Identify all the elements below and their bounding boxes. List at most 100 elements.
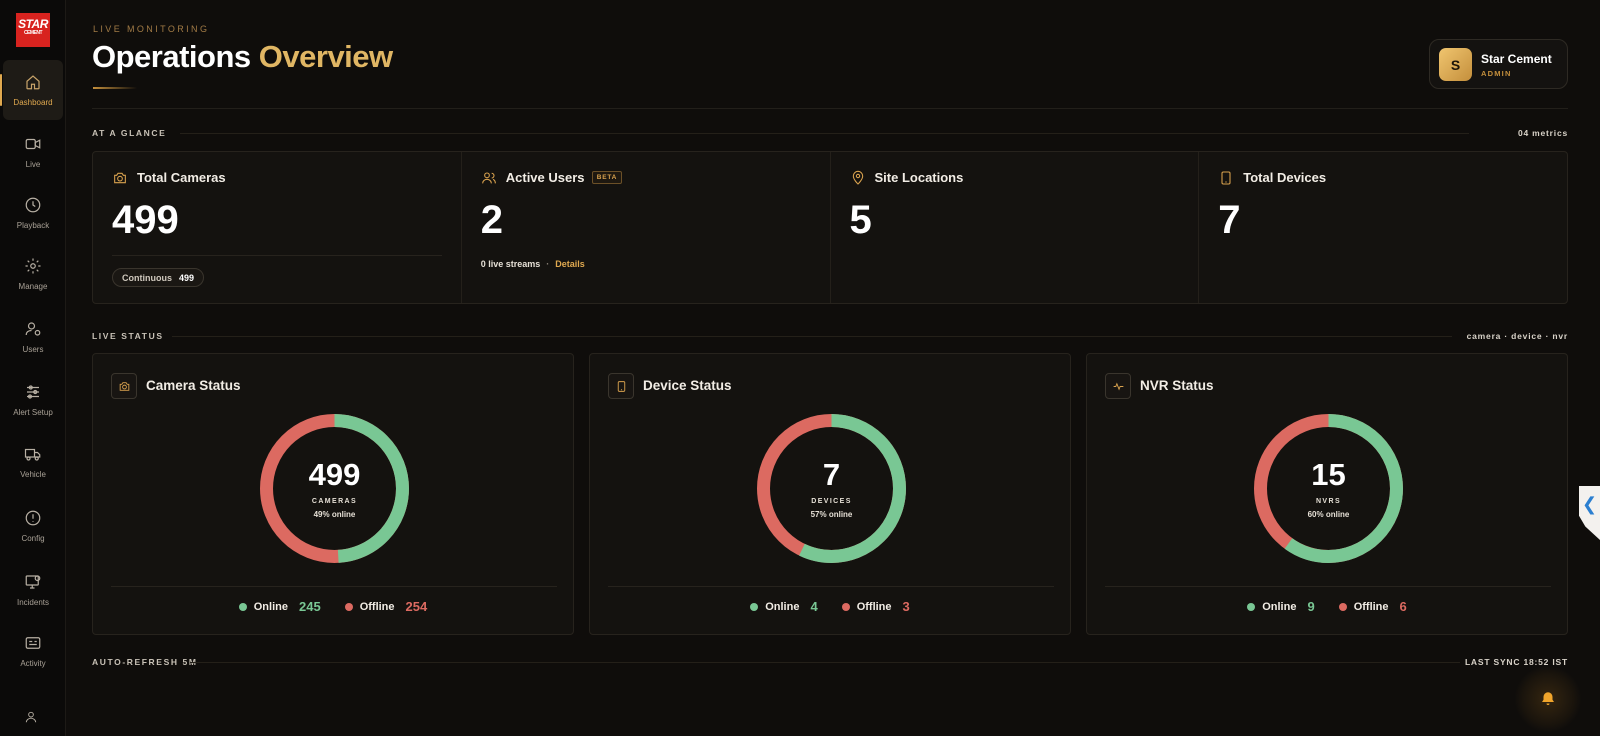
metric-site-locations[interactable]: Site Locations 5 bbox=[831, 152, 1200, 303]
logo-text: STAR bbox=[18, 17, 48, 31]
sidebar-item-label: Dashboard bbox=[13, 98, 53, 107]
offline-count: 3 bbox=[902, 599, 910, 614]
truck-icon bbox=[24, 448, 41, 461]
metric-value: 7 bbox=[1218, 198, 1241, 242]
legend-offline: Offline 3 bbox=[841, 599, 910, 614]
live-streams-count: 0 live streams bbox=[480, 259, 541, 269]
metric-value: 499 bbox=[112, 198, 179, 242]
online-count: 245 bbox=[298, 599, 321, 614]
status-legend: Online 9 Offline 6 bbox=[1087, 599, 1567, 614]
camera-status-card: Camera Status 499 CAMERAS 49% online Onl… bbox=[92, 353, 574, 635]
legend-offline: Offline 6 bbox=[1338, 599, 1407, 614]
sidebar-item-manage[interactable]: Manage bbox=[3, 244, 63, 304]
activity-log-icon bbox=[25, 637, 41, 649]
card-divider bbox=[1105, 586, 1551, 587]
online-dot-icon bbox=[750, 602, 759, 611]
sidebar-item-users[interactable]: Users bbox=[3, 307, 63, 367]
sidebar-item-dashboard[interactable]: Dashboard bbox=[0, 60, 63, 120]
donut-unit: DEVICES bbox=[811, 498, 852, 505]
sidebar: STAR CEMENT Dashboard Live Playback Mana… bbox=[0, 0, 66, 736]
offline-dot-icon bbox=[1338, 602, 1347, 611]
donut-total: 499 bbox=[308, 457, 361, 492]
footer-divider bbox=[190, 662, 1460, 663]
profile-button[interactable] bbox=[24, 710, 42, 728]
online-dot-icon bbox=[238, 602, 247, 611]
device-status-card: Device Status 7 DEVICES 57% online Onlin… bbox=[589, 353, 1071, 635]
metric-label: Site Locations bbox=[874, 170, 964, 185]
status-legend: Online 4 Offline 3 bbox=[590, 599, 1070, 614]
sidebar-item-label: Live bbox=[25, 160, 41, 169]
card-title: Device Status bbox=[643, 378, 732, 393]
donut-percent-online: 60% online bbox=[1307, 510, 1350, 519]
notifications-button[interactable] bbox=[1515, 666, 1581, 732]
nvr-status-card: NVR Status 15 NVRS 60% online Online 9 Of… bbox=[1086, 353, 1568, 635]
online-count: 9 bbox=[1307, 599, 1315, 614]
legend-label: Online bbox=[1262, 600, 1297, 613]
legend-label: Online bbox=[253, 600, 288, 613]
legend-label: Online bbox=[765, 600, 800, 613]
donut-center: 7 DEVICES 57% online bbox=[754, 411, 909, 566]
video-icon bbox=[25, 138, 41, 150]
donut-unit: NVRS bbox=[1315, 498, 1342, 505]
sidebar-item-label: Vehicle bbox=[20, 470, 46, 479]
sidebar-item-live[interactable]: Live bbox=[3, 122, 63, 182]
legend-online: Online 9 bbox=[1247, 599, 1315, 614]
collapse-panel-tab[interactable]: ❮ bbox=[1579, 486, 1600, 540]
user-menu[interactable]: S Star Cement ADMIN bbox=[1429, 39, 1568, 89]
sidebar-item-alert-setup[interactable]: Alert Setup bbox=[3, 370, 63, 430]
donut-center: 499 CAMERAS 49% online bbox=[257, 411, 412, 566]
title-underline bbox=[93, 87, 137, 89]
legend-label: Offline bbox=[1353, 600, 1389, 613]
sidebar-item-incidents[interactable]: Incidents bbox=[3, 560, 63, 620]
offline-dot-icon bbox=[841, 602, 850, 611]
alert-circle-icon bbox=[25, 510, 41, 526]
details-link[interactable]: Details bbox=[555, 259, 585, 269]
section-divider bbox=[180, 133, 1469, 134]
clock-icon bbox=[25, 197, 41, 213]
bell-icon bbox=[1542, 692, 1554, 705]
donut-percent-online: 57% online bbox=[810, 510, 853, 519]
nvr-status-donut: 15 NVRS 60% online bbox=[1251, 411, 1406, 566]
camera-status-donut: 499 CAMERAS 49% online bbox=[257, 411, 412, 566]
donut-total: 15 bbox=[1311, 457, 1346, 492]
header-divider bbox=[92, 108, 1568, 109]
camera-icon bbox=[111, 373, 137, 399]
sidebar-item-activity[interactable]: Activity bbox=[3, 621, 63, 681]
legend-online: Online 245 bbox=[238, 599, 321, 614]
user-name: Star Cement bbox=[1481, 52, 1552, 66]
sidebar-item-config[interactable]: Config bbox=[3, 496, 63, 556]
sidebar-item-label: Playback bbox=[16, 221, 50, 230]
live-streams-row: 0 live streams · Details bbox=[481, 259, 585, 269]
donut-center: 15 NVRS 60% online bbox=[1251, 411, 1406, 566]
donut-unit: CAMERAS bbox=[311, 498, 358, 505]
pulse-icon bbox=[1105, 373, 1131, 399]
sidebar-item-playback[interactable]: Playback bbox=[3, 183, 63, 243]
camera-icon bbox=[112, 170, 128, 186]
star-cement-logo[interactable]: STAR CEMENT bbox=[16, 13, 50, 47]
sidebar-item-label: Activity bbox=[20, 659, 46, 668]
beta-badge: BETA bbox=[591, 171, 623, 184]
sidebar-item-label: Incidents bbox=[16, 598, 50, 607]
offline-dot-icon bbox=[344, 602, 353, 611]
metric-label: Total Devices bbox=[1243, 170, 1327, 185]
map-pin-icon bbox=[850, 170, 866, 186]
pill-label: Continuous bbox=[122, 272, 172, 283]
live-status-meta: camera · device · nvr bbox=[1466, 331, 1568, 341]
legend-online: Online 4 bbox=[750, 599, 818, 614]
user-icon bbox=[25, 711, 37, 723]
metric-total-cameras[interactable]: Total Cameras 499 Continuous 499 bbox=[93, 152, 462, 303]
avatar: S bbox=[1439, 48, 1472, 81]
home-icon bbox=[26, 75, 40, 90]
metrics-count: 04 metrics bbox=[1517, 128, 1568, 138]
chevron-left-icon: ❮ bbox=[1581, 494, 1598, 514]
card-divider bbox=[111, 586, 557, 587]
card-divider bbox=[608, 586, 1054, 587]
metric-active-users[interactable]: Active Users BETA 2 0 live streams · Detai… bbox=[462, 152, 831, 303]
sidebar-item-vehicle[interactable]: Vehicle bbox=[3, 432, 63, 492]
metric-total-devices[interactable]: Total Devices 7 bbox=[1199, 152, 1567, 303]
section-label-live-status: LIVE STATUS bbox=[92, 331, 164, 341]
metric-divider bbox=[112, 255, 442, 256]
section-divider bbox=[172, 336, 1452, 337]
metric-label: Active Users bbox=[505, 170, 585, 185]
device-icon bbox=[1218, 170, 1234, 186]
